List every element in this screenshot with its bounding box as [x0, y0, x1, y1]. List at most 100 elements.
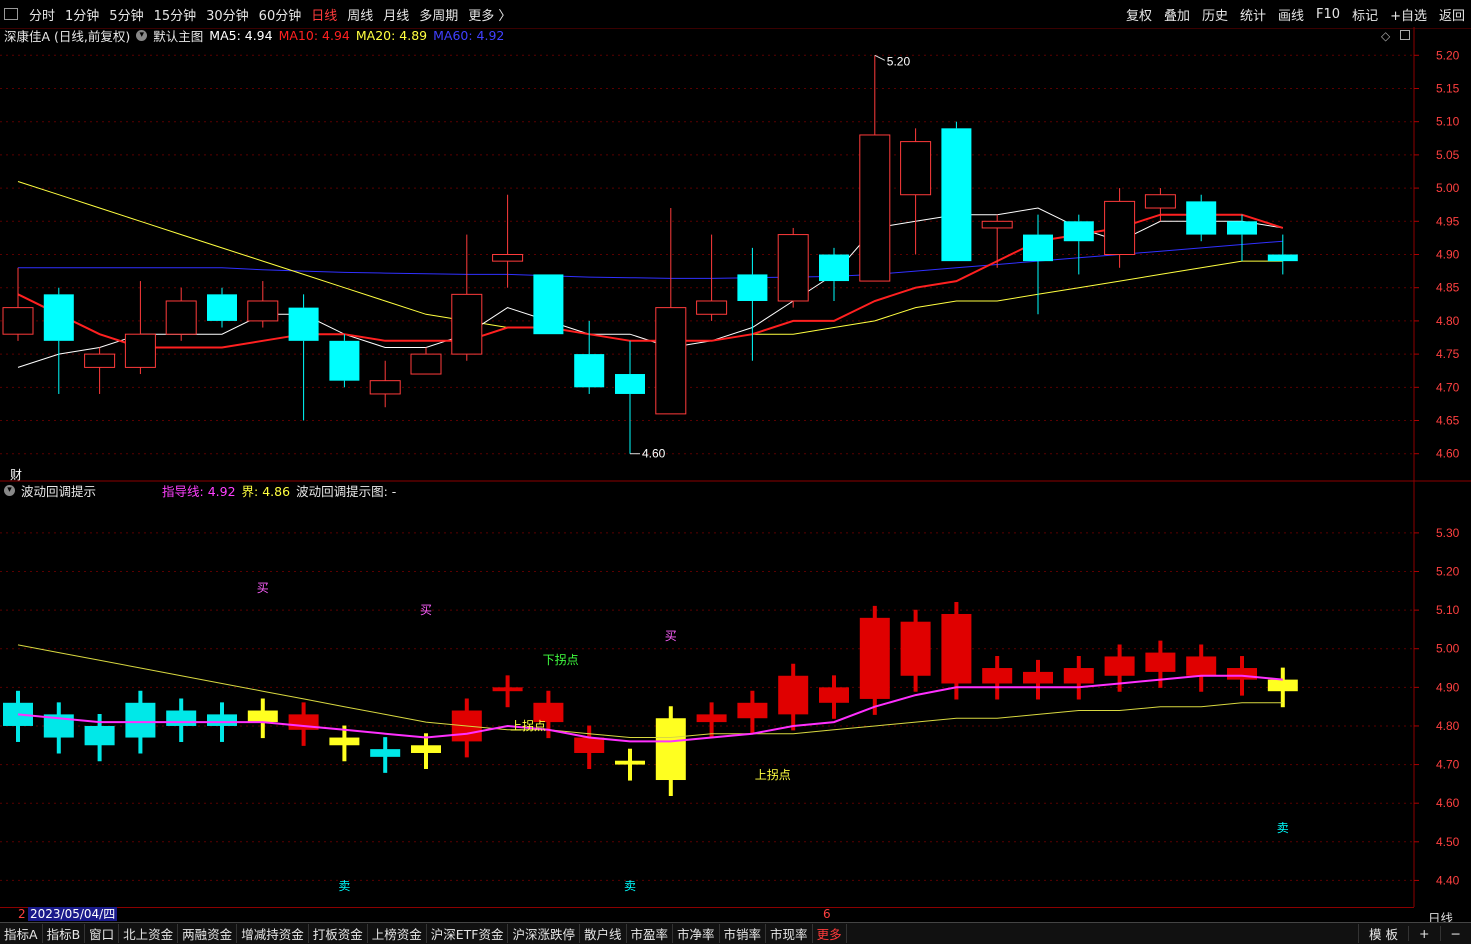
buy-signal-label: 买 [257, 581, 269, 595]
toolbar-button-5[interactable]: F10 [1310, 7, 1346, 22]
period-tab-3[interactable]: 15分钟 [149, 5, 202, 24]
low-annotation: 4.60 [642, 447, 666, 461]
year-mark: 2 [18, 907, 26, 921]
candle-body [655, 307, 687, 415]
candle-body [941, 128, 972, 262]
bottom-tab-11[interactable]: 市盈率 [627, 924, 674, 943]
main-axis-label: 4.70 [1436, 380, 1460, 394]
main-axis-label: 5.15 [1436, 81, 1460, 95]
bottom-tab-1[interactable]: 指标B [43, 924, 86, 943]
bottom-tab-15[interactable]: 更多 [813, 924, 847, 943]
ind-axis-label: 4.90 [1436, 680, 1460, 694]
period-tab-9[interactable]: 多周期 [414, 5, 463, 24]
candle-body [288, 307, 319, 341]
bottom-tab-3[interactable]: 北上资金 [119, 924, 179, 943]
candle-body [737, 274, 768, 301]
period-tab-0[interactable]: 分时 [24, 5, 60, 24]
system-menu-icon[interactable] [4, 8, 18, 20]
bottom-control-2[interactable]: − [1439, 926, 1471, 941]
ind-axis-label: 5.30 [1436, 526, 1460, 540]
candle-body [1227, 221, 1257, 235]
ind-axis-label: 5.20 [1436, 565, 1460, 579]
period-tab-4[interactable]: 30分钟 [201, 5, 254, 24]
toolbar-button-3[interactable]: 统计 [1234, 5, 1272, 24]
toolbar-button-0[interactable]: 复权 [1120, 5, 1158, 24]
sell-signal-label: 卖 [1277, 821, 1289, 835]
high-pointer [874, 54, 886, 61]
candle-body [696, 300, 728, 315]
bottom-tab-4[interactable]: 两融资金 [178, 924, 238, 943]
candle-body [1104, 200, 1136, 255]
bottom-tab-0[interactable]: 指标A [0, 924, 43, 943]
bottom-control-0[interactable]: 模 板 [1358, 924, 1408, 943]
cursor-date-label: 2023/05/04/四 [28, 907, 118, 921]
bottom-control-1[interactable]: + [1408, 926, 1439, 941]
candle-body [819, 254, 849, 282]
buy-signal-label: 买 [420, 603, 432, 617]
main-axis-label: 4.95 [1436, 214, 1460, 228]
period-tab-1[interactable]: 1分钟 [60, 5, 104, 24]
toolbar-button-7[interactable]: +自选 [1384, 5, 1433, 24]
main-axis-label: 4.65 [1436, 414, 1460, 428]
candle-body [1023, 234, 1053, 262]
bottom-tab-8[interactable]: 沪深ETF资金 [427, 924, 509, 943]
candle-body [574, 354, 605, 388]
ind-axis-label: 4.40 [1436, 873, 1460, 887]
bottom-tab-7[interactable]: 上榜资金 [368, 924, 427, 943]
indicator-chart[interactable]: 5.30 5.20 5.10 5.00 4.90 4.80 4.70 4.60 4.50 4.40… [0, 482, 1471, 907]
period-tab-7[interactable]: 周线 [342, 5, 378, 24]
candle-body [2, 307, 34, 335]
candlestick-chart[interactable]: 5.20 5.15 5.10 5.05 5.00 4.95 4.90 4.85 4.80 4.75… [0, 27, 1471, 482]
ind-axis-label: 4.50 [1436, 835, 1460, 849]
candle-body [43, 294, 74, 341]
period-tab-5[interactable]: 60分钟 [254, 5, 307, 24]
bottom-tab-list: 指标A 指标B 窗口 北上资金 两融资金 增减持资金 打板资金 上榜资金 沪深ETF资金 沪深涨跌… [0, 924, 847, 943]
bottom-tab-12[interactable]: 市净率 [673, 924, 720, 943]
ind-axis-label: 5.00 [1436, 642, 1460, 656]
main-axis-label: 4.75 [1436, 347, 1460, 361]
sell-signal-label: 卖 [624, 879, 636, 893]
down-turn-label: 下拐点 [543, 652, 579, 667]
bottom-tab-2[interactable]: 窗口 [85, 924, 120, 943]
ma60-line [18, 240, 1283, 279]
period-tab-10[interactable]: 更多 〉 [463, 5, 516, 24]
bottom-tab-14[interactable]: 市现率 [766, 924, 813, 943]
main-axis-label: 5.05 [1436, 148, 1460, 162]
candle-body [1186, 201, 1217, 235]
candle-body [84, 353, 116, 368]
candle-body [859, 134, 891, 282]
period-list: 分时 1分钟 5分钟 15分钟 30分钟 60分钟 日线 周线 月线 多周期 更多 〉 [24, 5, 516, 24]
bottom-tab-9[interactable]: 沪深涨跌停 [508, 924, 580, 943]
up-turn-label: 上拐点 [755, 767, 791, 782]
candle-body [329, 340, 360, 381]
main-axis-label: 5.10 [1436, 115, 1460, 129]
bottom-tab-5[interactable]: 增减持资金 [237, 924, 309, 943]
candle-body [247, 300, 279, 322]
candle-body [533, 274, 564, 335]
bottom-tab-13[interactable]: 市销率 [720, 924, 767, 943]
ind-axis-label: 5.10 [1436, 603, 1460, 617]
bottom-right-controls: 模 板 + − [1358, 923, 1471, 944]
main-axis-label: 5.00 [1436, 181, 1460, 195]
candle-body [777, 234, 809, 302]
candle-body [900, 141, 932, 196]
guide-line [17, 674, 1283, 743]
toolbar-button-4[interactable]: 画线 [1272, 5, 1310, 24]
high-annotation: 5.20 [887, 54, 911, 68]
bottom-tab-10[interactable]: 散户线 [580, 924, 627, 943]
main-axis-label: 4.85 [1436, 281, 1460, 295]
candle-body [207, 294, 237, 321]
ind-axis-label: 4.60 [1436, 796, 1460, 810]
bottom-tab-6[interactable]: 打板资金 [309, 924, 368, 943]
period-tab-2[interactable]: 5分钟 [104, 5, 148, 24]
candle-body [615, 374, 645, 394]
period-tab-8[interactable]: 月线 [378, 5, 414, 24]
period-tab-6[interactable]: 日线 [306, 5, 342, 24]
toolbar-right: 复权 叠加 历史 统计 画线 F10 标记 +自选 返回 [1120, 0, 1471, 28]
toolbar-button-8[interactable]: 返回 [1433, 5, 1471, 24]
candle-body [369, 380, 401, 395]
candle-body [451, 293, 483, 355]
toolbar-button-2[interactable]: 历史 [1196, 5, 1234, 24]
toolbar-button-1[interactable]: 叠加 [1158, 5, 1196, 24]
toolbar-button-6[interactable]: 标记 [1346, 5, 1384, 24]
